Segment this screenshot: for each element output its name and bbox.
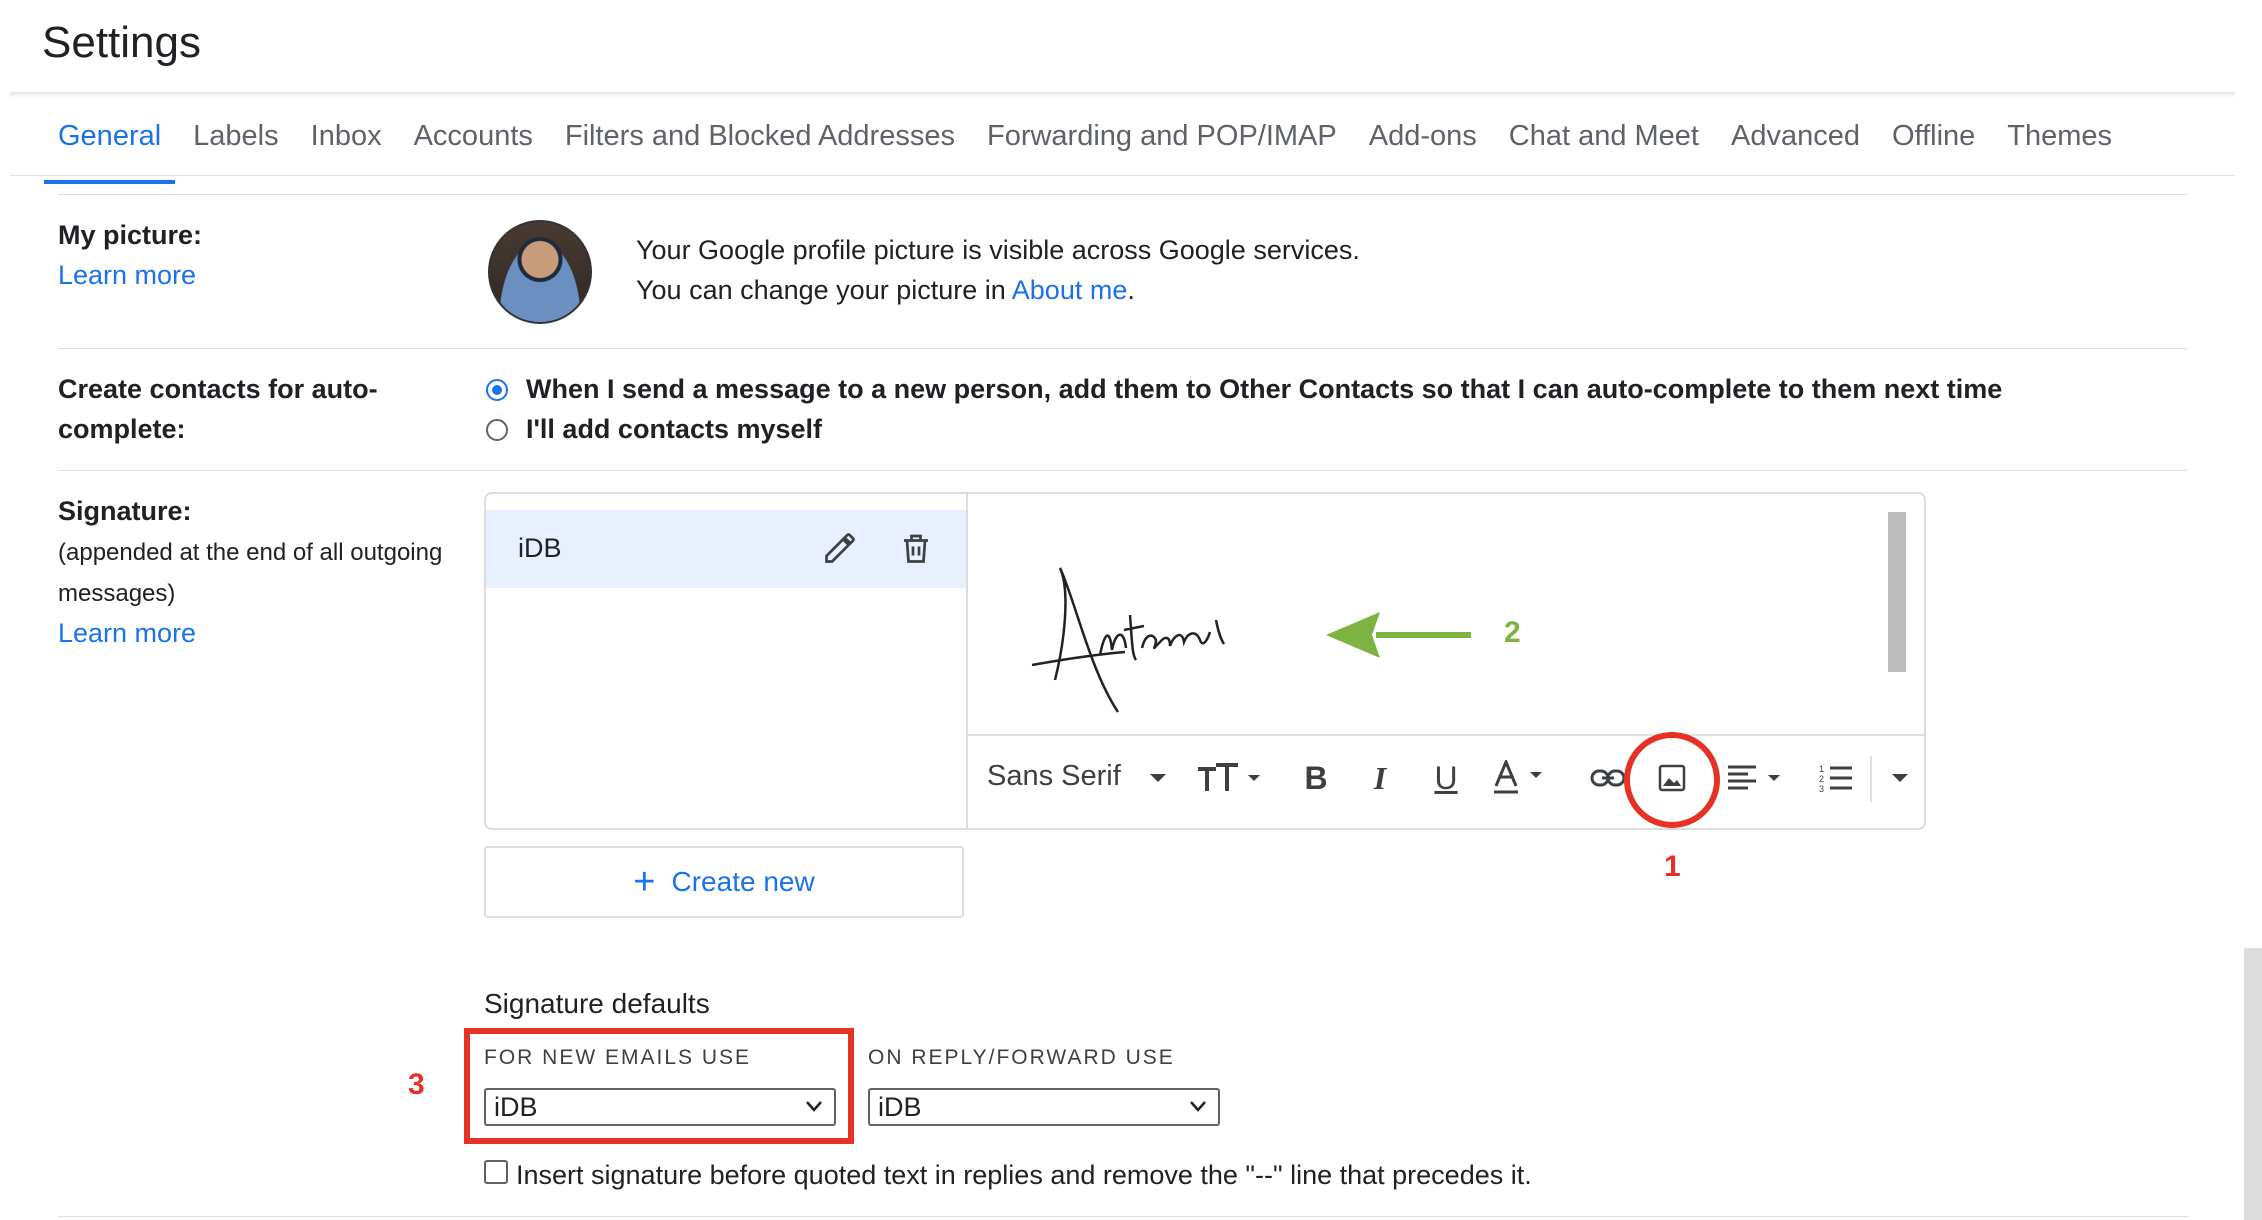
annotation-rectangle	[464, 1028, 854, 1144]
chevron-down-icon	[1190, 1101, 1206, 1112]
font-family-select[interactable]: Sans Serif	[987, 760, 1121, 793]
editor-scrollbar[interactable]	[1888, 512, 1906, 672]
italic-icon[interactable]: I	[1360, 758, 1400, 798]
about-me-link[interactable]: About me	[1012, 275, 1128, 305]
header-divider	[10, 92, 2235, 98]
svg-text:3: 3	[1819, 784, 1824, 793]
avatar	[488, 220, 592, 324]
toolbar-divider	[968, 734, 1924, 736]
tab-offline[interactable]: Offline	[1878, 112, 1989, 174]
tab-themes[interactable]: Themes	[1993, 112, 2126, 174]
link-icon[interactable]	[1588, 758, 1628, 798]
section-divider	[58, 1216, 2188, 1217]
section-divider	[58, 470, 2188, 471]
signature-defaults-title: Signature defaults	[484, 988, 710, 1019]
contacts-auto-option-label: When I send a message to a new person, a…	[526, 374, 2003, 404]
tab-filters[interactable]: Filters and Blocked Addresses	[551, 112, 969, 174]
green-arrow-annotation	[1324, 610, 1474, 660]
toolbar-separator	[1870, 756, 1872, 802]
tab-accounts[interactable]: Accounts	[400, 112, 547, 174]
insert-before-quoted-checkbox[interactable]	[484, 1160, 508, 1184]
edit-pencil-icon[interactable]	[822, 530, 858, 566]
section-divider	[58, 194, 2188, 195]
reply-forward-label: ON REPLY/FORWARD USE	[868, 1046, 1175, 1069]
tab-addons[interactable]: Add-ons	[1355, 112, 1491, 174]
signature-list-divider	[966, 494, 968, 828]
tabs-divider	[10, 175, 2235, 176]
delete-trash-icon[interactable]	[898, 530, 934, 566]
text-color-icon[interactable]	[1490, 758, 1560, 798]
tab-chat-meet[interactable]: Chat and Meet	[1495, 112, 1713, 174]
tab-forwarding[interactable]: Forwarding and POP/IMAP	[973, 112, 1351, 174]
numbered-list-icon[interactable]: 123	[1816, 758, 1856, 798]
font-size-icon[interactable]	[1196, 758, 1266, 798]
my-picture-label: My picture:	[58, 220, 203, 250]
align-icon[interactable]	[1726, 758, 1796, 798]
settings-tabs: General Labels Inbox Accounts Filters an…	[44, 112, 2130, 184]
annotation-step-3: 3	[408, 1068, 425, 1101]
signature-label: Signature:	[58, 496, 192, 526]
section-divider	[58, 348, 2188, 349]
picture-info-suffix: .	[1127, 275, 1135, 305]
picture-info-line2: You can change your picture in About me.	[636, 270, 1135, 310]
tab-inbox[interactable]: Inbox	[297, 112, 396, 174]
font-dropdown-chevron-icon[interactable]	[1138, 758, 1178, 798]
annotation-circle	[1624, 732, 1720, 828]
contacts-auto-radio[interactable]	[486, 379, 508, 401]
page-title: Settings	[42, 18, 201, 67]
reply-forward-signature-select[interactable]: iDB	[868, 1088, 1220, 1126]
contacts-manual-option-label: I'll add contacts myself	[526, 414, 823, 444]
annotation-step-2: 2	[1504, 616, 1521, 649]
contacts-label-line1: Create contacts for auto-	[58, 374, 378, 404]
picture-info-text: You can change your picture in	[636, 275, 1012, 305]
my-picture-learn-more-link[interactable]: Learn more	[58, 260, 196, 291]
contacts-label-line2: complete:	[58, 414, 186, 444]
tab-general[interactable]: General	[44, 112, 176, 184]
create-new-button[interactable]: + Create new	[484, 846, 964, 918]
bold-icon[interactable]: B	[1296, 758, 1336, 798]
contacts-manual-radio[interactable]	[486, 419, 508, 441]
insert-before-quoted-label: Insert signature before quoted text in r…	[516, 1160, 1532, 1190]
tab-advanced[interactable]: Advanced	[1717, 112, 1874, 174]
handwritten-signature-image	[1020, 560, 1250, 720]
more-options-icon[interactable]	[1880, 758, 1920, 798]
picture-info-line1: Your Google profile picture is visible a…	[636, 235, 1360, 265]
svg-text:2: 2	[1819, 774, 1824, 784]
create-new-label: Create new	[671, 866, 815, 897]
signature-desc-line1: (appended at the end of all outgoing	[58, 539, 443, 566]
tab-labels[interactable]: Labels	[179, 112, 292, 174]
annotation-step-1: 1	[1664, 850, 1681, 883]
signature-item-name: iDB	[518, 533, 562, 563]
svg-text:1: 1	[1819, 764, 1824, 774]
underline-icon[interactable]: U	[1426, 758, 1466, 798]
plus-icon: +	[633, 861, 656, 903]
signature-desc-line2: messages)	[58, 580, 176, 607]
reply-forward-selected-value: iDB	[878, 1092, 922, 1122]
signature-learn-more-link[interactable]: Learn more	[58, 618, 196, 649]
page-scrollbar[interactable]	[2244, 948, 2262, 1220]
